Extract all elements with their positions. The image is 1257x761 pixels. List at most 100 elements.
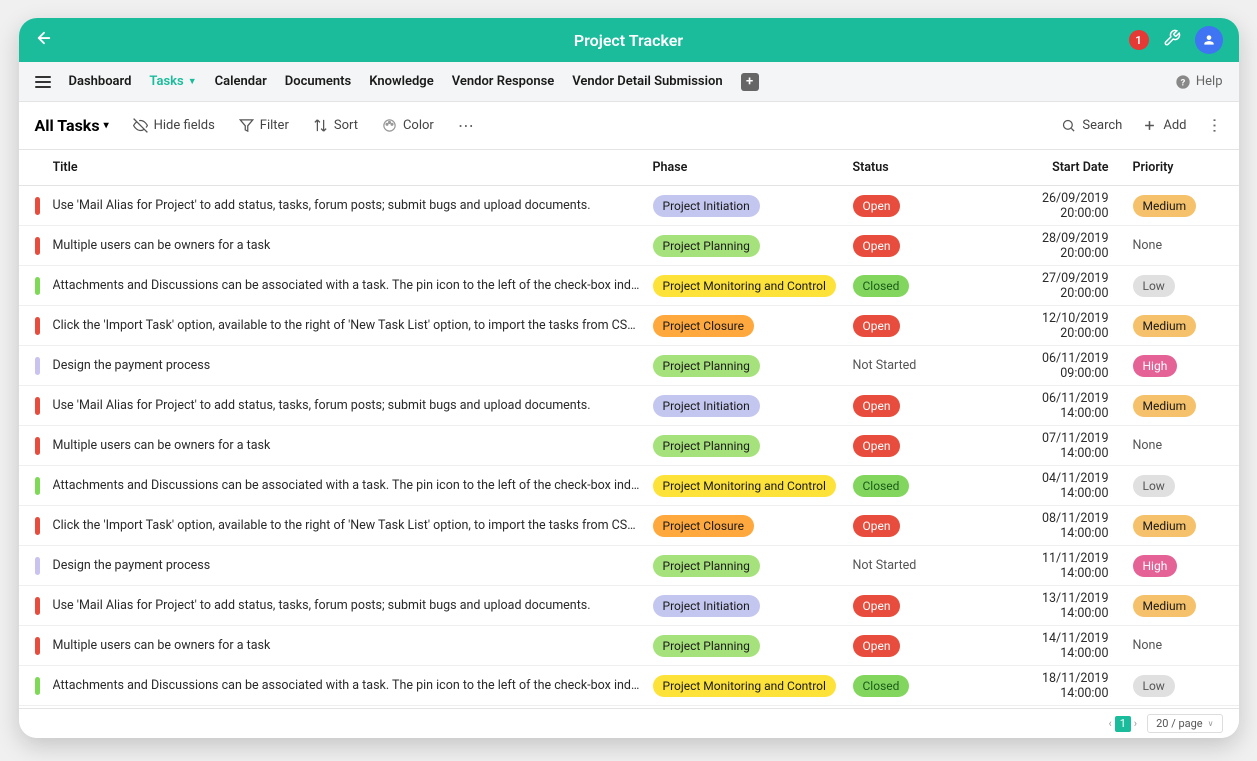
column-priority[interactable]: Priority	[1133, 160, 1223, 175]
phase-pill: Project Closure	[653, 315, 754, 337]
cell-start-date: 27/09/2019 20:00:00	[993, 271, 1133, 301]
status-pill: Closed	[853, 275, 910, 297]
cell-title: Design the payment process	[53, 358, 653, 373]
row-marker	[35, 197, 40, 215]
row-marker	[35, 317, 40, 335]
menu-item-label: Tasks	[149, 74, 183, 89]
cell-start-date: 04/11/2019 14:00:00	[993, 471, 1133, 501]
row-marker	[35, 637, 40, 655]
cell-start-date: 12/10/2019 20:00:00	[993, 311, 1133, 341]
priority-pill: Medium	[1133, 195, 1197, 217]
table-row[interactable]: Design the payment process Project Plann…	[19, 546, 1239, 586]
sort-button[interactable]: Sort	[313, 118, 358, 133]
toolbar: All Tasks ▾ Hide fields Filter Sort Colo…	[19, 102, 1239, 150]
next-page-button[interactable]: ›	[1134, 717, 1137, 730]
cell-title: Attachments and Discussions can be assoc…	[53, 278, 653, 293]
row-marker	[35, 397, 40, 415]
priority-pill: Low	[1133, 475, 1175, 497]
hide-fields-button[interactable]: Hide fields	[133, 118, 215, 133]
tool-btn-label: Filter	[260, 118, 289, 133]
priority-pill: High	[1133, 555, 1178, 577]
page-number[interactable]: 1	[1115, 716, 1131, 732]
priority-pill: High	[1133, 355, 1178, 377]
help-button[interactable]: ? Help	[1175, 74, 1223, 90]
chevron-down-icon: ▾	[104, 120, 109, 131]
column-phase[interactable]: Phase	[653, 160, 853, 175]
table-row[interactable]: Multiple users can be owners for a task …	[19, 426, 1239, 466]
tool-btn-label: Sort	[334, 118, 358, 133]
status-pill: Closed	[853, 675, 910, 697]
column-status[interactable]: Status	[853, 160, 993, 175]
add-page-button[interactable]: +	[741, 73, 759, 91]
priority-text: None	[1133, 238, 1163, 253]
notification-badge[interactable]: 1	[1129, 30, 1149, 50]
menu-bar: Dashboard Tasks ▼ Calendar Documents Kno…	[19, 62, 1239, 102]
phase-pill: Project Monitoring and Control	[653, 475, 836, 497]
table-row[interactable]: Use 'Mail Alias for Project' to add stat…	[19, 386, 1239, 426]
help-label: Help	[1196, 74, 1223, 89]
menu-item-vendor-response[interactable]: Vendor Response	[452, 74, 555, 89]
pagination: ‹ 1 ›	[1108, 716, 1137, 732]
page-size-label: 20 / page	[1156, 717, 1203, 730]
status-pill: Open	[853, 435, 901, 457]
column-title[interactable]: Title	[53, 160, 653, 175]
table-row[interactable]: Attachments and Discussions can be assoc…	[19, 266, 1239, 306]
table-row[interactable]: Design the payment process Project Plann…	[19, 346, 1239, 386]
row-marker	[35, 677, 40, 695]
menu-item-documents[interactable]: Documents	[285, 74, 351, 89]
status-pill: Open	[853, 315, 901, 337]
chevron-down-icon: ▼	[188, 76, 197, 87]
row-marker	[35, 437, 40, 455]
hamburger-icon[interactable]	[35, 76, 51, 88]
column-start-date[interactable]: Start Date	[993, 160, 1133, 175]
table-row[interactable]: Attachments and Discussions can be assoc…	[19, 666, 1239, 706]
view-title[interactable]: All Tasks ▾	[35, 116, 109, 135]
cell-title: Design the payment process	[53, 558, 653, 573]
kebab-menu-button[interactable]: ⋯	[1205, 118, 1224, 134]
phase-pill: Project Planning	[653, 355, 760, 377]
table-row[interactable]: Click the 'Import Task' option, availabl…	[19, 306, 1239, 346]
menu-item-vendor-detail-submission[interactable]: Vendor Detail Submission	[572, 74, 722, 89]
table-container[interactable]: Title Phase Status Start Date Priority U…	[19, 150, 1239, 708]
menu-item-knowledge[interactable]: Knowledge	[369, 74, 433, 89]
tool-btn-label: Search	[1082, 118, 1122, 133]
cell-title: Click the 'Import Task' option, availabl…	[53, 318, 653, 333]
table-row[interactable]: Multiple users can be owners for a task …	[19, 626, 1239, 666]
row-marker	[35, 597, 40, 615]
phase-pill: Project Planning	[653, 635, 760, 657]
tool-btn-label: Add	[1163, 118, 1186, 133]
table-row[interactable]: Use 'Mail Alias for Project' to add stat…	[19, 586, 1239, 626]
add-button[interactable]: Add	[1142, 118, 1186, 133]
phase-pill: Project Planning	[653, 435, 760, 457]
tools-icon[interactable]	[1163, 29, 1181, 51]
menu-item-dashboard[interactable]: Dashboard	[69, 74, 132, 89]
row-marker	[35, 277, 40, 295]
page-size-select[interactable]: 20 / page ∨	[1147, 714, 1222, 733]
avatar[interactable]	[1195, 26, 1223, 54]
status-pill: Closed	[853, 475, 910, 497]
prev-page-button[interactable]: ‹	[1108, 717, 1111, 730]
table-row[interactable]: Attachments and Discussions can be assoc…	[19, 466, 1239, 506]
table-row[interactable]: Use 'Mail Alias for Project' to add stat…	[19, 186, 1239, 226]
menu-item-tasks[interactable]: Tasks ▼	[149, 74, 196, 89]
status-pill: Open	[853, 595, 901, 617]
color-button[interactable]: Color	[382, 118, 434, 133]
more-options-button[interactable]: ⋯	[458, 116, 474, 135]
menu-item-calendar[interactable]: Calendar	[215, 74, 267, 89]
app-title: Project Tracker	[19, 31, 1239, 50]
row-marker	[35, 357, 40, 375]
footer-bar: ‹ 1 › 20 / page ∨	[19, 708, 1239, 738]
priority-pill: Medium	[1133, 315, 1197, 337]
cell-title: Use 'Mail Alias for Project' to add stat…	[53, 398, 653, 413]
status-pill: Open	[853, 515, 901, 537]
priority-pill: Medium	[1133, 595, 1197, 617]
back-arrow-icon[interactable]	[35, 29, 53, 51]
search-button[interactable]: Search	[1061, 118, 1122, 133]
priority-text: None	[1133, 438, 1163, 453]
priority-pill: Medium	[1133, 395, 1197, 417]
table-row[interactable]: Multiple users can be owners for a task …	[19, 226, 1239, 266]
table-row[interactable]: Click the 'Import Task' option, availabl…	[19, 506, 1239, 546]
phase-pill: Project Closure	[653, 515, 754, 537]
filter-button[interactable]: Filter	[239, 118, 289, 133]
title-bar: Project Tracker 1	[19, 18, 1239, 62]
